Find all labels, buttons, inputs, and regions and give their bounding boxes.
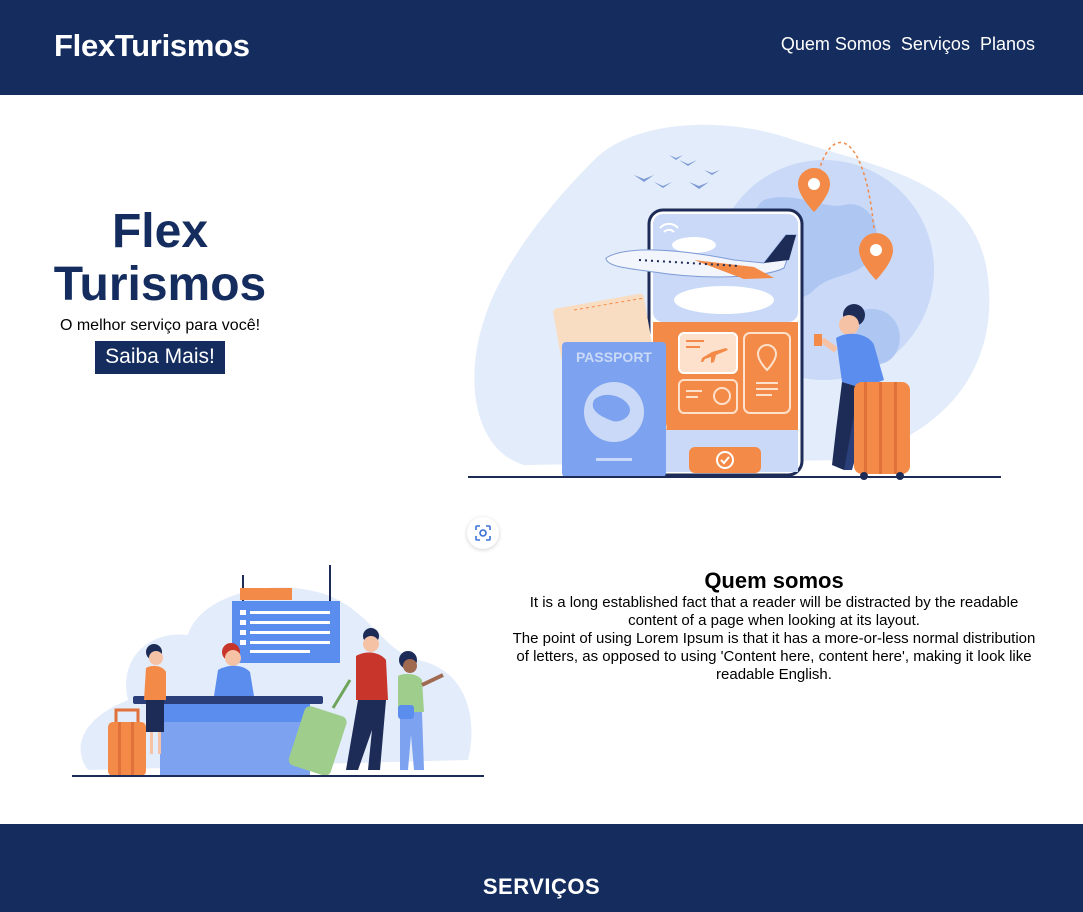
about-section: Quem somos It is a long established fact… xyxy=(505,568,1043,684)
nav-link-servicos[interactable]: Serviços xyxy=(901,34,970,55)
about-title: Quem somos xyxy=(704,568,844,593)
nav-link-planos[interactable]: Planos xyxy=(980,34,1035,55)
nav-link-quem-somos[interactable]: Quem Somos xyxy=(781,34,891,55)
hero-subtitle: O melhor serviço para você! xyxy=(59,317,261,334)
services-title: SERVIÇOS xyxy=(482,874,601,899)
hero-title-line2: Turismos xyxy=(53,258,267,311)
hero-title: Flex Turismos xyxy=(40,205,280,311)
saiba-mais-button[interactable]: Saiba Mais! xyxy=(95,341,225,374)
passport-label: PASSPORT xyxy=(576,349,652,365)
hero-text-block: Flex Turismos O melhor serviço para você… xyxy=(40,205,280,374)
airport-checkin-illustration xyxy=(72,565,484,777)
about-paragraph-1: It is a long established fact that a rea… xyxy=(529,594,1019,629)
site-logo[interactable]: FlexTurismos xyxy=(54,28,250,64)
site-header: FlexTurismos Quem Somos Serviços Planos xyxy=(0,0,1083,95)
image-search-button[interactable] xyxy=(467,517,499,549)
hero-title-line1: Flex xyxy=(111,205,209,258)
travel-hero-illustration: PASSPORT xyxy=(468,124,1001,480)
about-paragraph-2: The point of using Lorem Ipsum is that i… xyxy=(512,630,1036,683)
services-section: SERVIÇOS xyxy=(0,824,1083,912)
main-nav: Quem Somos Serviços Planos xyxy=(781,34,1035,55)
lens-icon xyxy=(475,525,491,541)
